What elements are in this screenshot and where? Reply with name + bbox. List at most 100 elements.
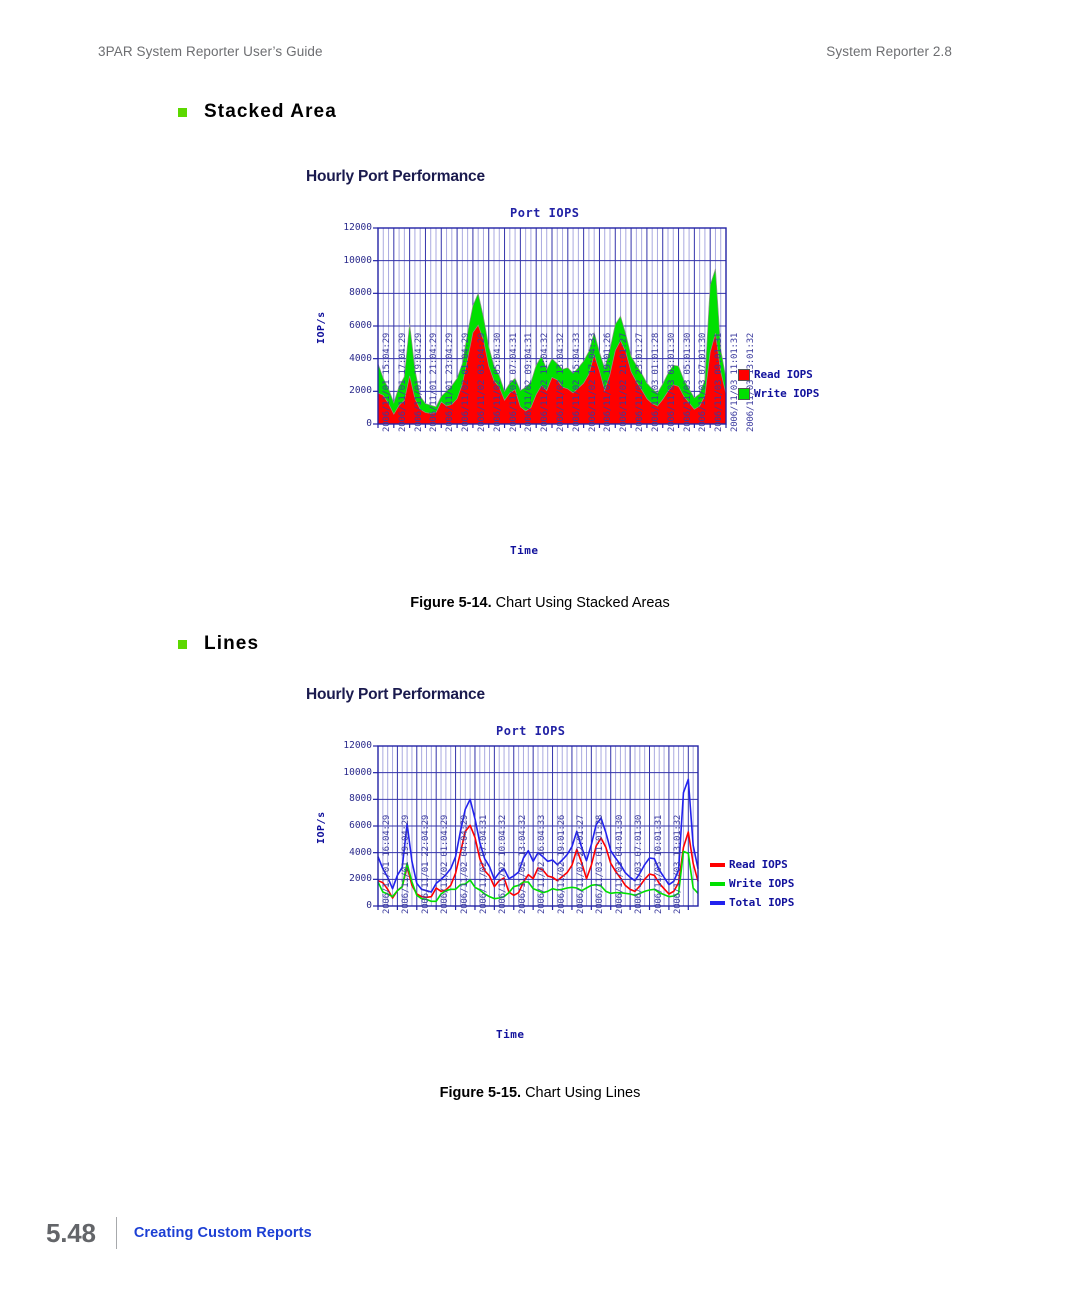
legend-color-swatch-icon — [738, 368, 750, 381]
x-axis-tick-label: 2006/11/02 07:04:31 — [478, 814, 489, 914]
x-axis-tick-label: 2006/11/01 17:04:29 — [397, 332, 408, 432]
figure-caption-5-15: Figure 5-15. Chart Using Lines — [0, 1085, 1080, 1101]
x-axis-tick-label: 2006/11/02 19:01:26 — [603, 332, 614, 432]
x-axis-label: Time — [496, 1028, 525, 1041]
chart-heading: Hourly Port Performance — [306, 686, 485, 703]
chart-stacked-area: Hourly Port Performance Port IOPS IOP/s 0 2… — [306, 168, 866, 578]
figure-caption-5-14: Figure 5-14. Chart Using Stacked Areas — [0, 595, 1080, 611]
x-axis-tick-label: 2006/11/02 07:04:31 — [508, 332, 519, 432]
figure-title: Chart Using Stacked Areas — [495, 595, 670, 611]
x-axis-tick-label: 2006/11/03 07:01:30 — [698, 332, 709, 432]
x-axis-tick-label: 2006/11/02 22:01:27 — [575, 814, 586, 914]
page-header: 3PAR System Reporter User’s Guide System… — [0, 44, 1080, 68]
x-axis-tick-label: 2006/11/02 23:01:27 — [635, 332, 646, 432]
y-axis-tick-label: 6000 — [349, 320, 372, 331]
plot-title: Port IOPS — [510, 206, 580, 220]
x-axis-tick-label: 2006/11/02 19:01:26 — [556, 814, 567, 914]
x-axis-tick-label: 2006/11/01 15:04:29 — [382, 332, 392, 432]
x-axis-tick-label: 2006/11/01 19:04:29 — [413, 332, 424, 432]
x-axis-tick-label: 2006/11/02 13:04:32 — [517, 814, 528, 914]
y-axis-tick-label: 0 — [366, 900, 372, 911]
x-axis-label: Time — [510, 544, 539, 557]
x-axis-tick-label: 2006/11/02 04:04:29 — [459, 814, 470, 914]
legend-item-label: Read IOPS — [754, 368, 813, 381]
chart-plot-area: Port IOPS IOP/s 0 2000 4000 6000 8000 10000 1200… — [306, 716, 866, 1076]
x-axis-tick-label: 2006/11/03 10:01:31 — [653, 814, 664, 914]
y-axis-tick-label: 4000 — [349, 352, 372, 364]
x-axis-tick-label: 2006/11/02 13:04:32 — [556, 332, 566, 432]
y-axis-tick-label: 4000 — [349, 846, 372, 858]
legend-item-label: Write IOPS — [754, 387, 820, 400]
x-axis-tick-label: 2006/11/02 16:04:33 — [537, 814, 548, 914]
x-axis-tick-label: 2006/11/03 13:01:32 — [672, 814, 683, 914]
y-axis-label: IOP/s — [316, 811, 327, 844]
x-axis-tick-label: 2006/11/03 03:01:30 — [666, 332, 677, 432]
x-axis-tick-label: 2006/11/02 09:04:31 — [524, 332, 535, 432]
chart-lines: Hourly Port Performance Port IOPS IOP/s 0 2… — [306, 686, 866, 1076]
x-axis-tick-label: 2006/11/03 09:01:31 — [714, 332, 725, 432]
legend-item: Read IOPS — [710, 858, 794, 871]
page-footer: 5.48 Creating Custom Reports — [46, 1216, 312, 1250]
x-axis-tick-label: 2006/11/02 10:04:32 — [498, 814, 509, 914]
legend-item: Write IOPS — [710, 877, 794, 890]
y-axis-tick-label: 12000 — [343, 222, 372, 233]
x-axis-tick-label: 2006/11/03 07:01:30 — [634, 814, 645, 914]
header-guide-title: 3PAR System Reporter User’s Guide — [98, 44, 323, 59]
chart-legend: Read IOPS Write IOPS Total IOPS — [710, 858, 794, 909]
y-axis-tick-label: 10000 — [343, 766, 372, 778]
section-heading-stacked-area: Stacked Area — [178, 101, 337, 123]
page-number: 5.48 — [46, 1217, 96, 1248]
chart-legend: Read IOPS Write IOPS — [738, 368, 819, 400]
legend-item-label: Write IOPS — [729, 877, 795, 890]
x-axis-tick-label: 2006/11/01 16:04:29 — [382, 814, 392, 914]
y-axis-tick-label: 10000 — [343, 254, 372, 266]
x-axis-tick-label: 2006/11/03 05:01:30 — [682, 332, 693, 432]
y-axis-tick-label: 2000 — [349, 385, 372, 397]
x-axis-tick-label: 2006/11/02 11:04:32 — [540, 332, 551, 432]
legend-item: Total IOPS — [710, 896, 794, 909]
section-heading-label: Lines — [204, 633, 260, 654]
legend-line-swatch-icon — [710, 900, 725, 905]
footer-chapter-title: Creating Custom Reports — [133, 1225, 312, 1241]
y-axis-tick-label: 8000 — [349, 793, 372, 805]
figure-title: Chart Using Lines — [525, 1085, 641, 1101]
x-axis-tick-label: 2006/11/02 05:04:30 — [492, 332, 503, 432]
x-axis-tick-label: 2006/11/01 19:04:29 — [401, 814, 412, 914]
section-heading-label: Stacked Area — [204, 101, 337, 122]
x-axis-tick-label: 2006/11/02 17:04:33 — [587, 332, 598, 432]
bullet-square-icon — [178, 639, 187, 649]
legend-line-swatch-icon — [710, 881, 725, 886]
x-axis-tick-label: 2006/11/02 03:04:29 — [476, 332, 487, 432]
legend-item: Write IOPS — [738, 387, 819, 400]
x-axis-tick-label: 2006/11/02 15:04:33 — [571, 332, 582, 432]
chart-plot-area: Port IOPS IOP/s 0 2000 4000 6000 8000 10000 1200… — [306, 198, 866, 578]
y-axis-tick-label: 12000 — [343, 740, 372, 751]
x-axis-tick-label: 2006/11/03 01:01:28 — [595, 814, 606, 914]
legend-item-label: Read IOPS — [729, 858, 788, 871]
x-axis-tick-label: 2006/11/01 21:04:29 — [429, 332, 440, 432]
footer-divider — [115, 1217, 117, 1249]
header-product-version: System Reporter 2.8 — [826, 44, 952, 59]
x-axis-tick-label: 2006/11/03 04:01:30 — [614, 814, 625, 914]
x-axis-tick-label: 2006/11/02 01:04:29 — [461, 332, 472, 432]
chart-heading: Hourly Port Performance — [306, 168, 485, 185]
y-axis-tick-label: 0 — [366, 418, 372, 429]
figure-number: Figure 5-15. — [439, 1085, 522, 1101]
y-axis-tick-label: 8000 — [349, 287, 372, 299]
legend-item-label: Total IOPS — [729, 896, 795, 909]
y-axis-tick-label: 2000 — [349, 873, 372, 885]
legend-item: Read IOPS — [738, 368, 819, 381]
x-axis-tick-label: 2006/11/03 01:01:28 — [650, 332, 661, 432]
plot-title: Port IOPS — [496, 724, 566, 738]
legend-color-swatch-icon — [738, 387, 750, 400]
x-axis-tick-label: 2006/11/01 23:04:29 — [445, 332, 456, 432]
figure-number: Figure 5-14. — [410, 595, 492, 611]
x-axis-tick-label: 2006/11/01 22:04:29 — [420, 814, 431, 914]
section-heading-lines: Lines — [178, 633, 259, 655]
x-axis-tick-label: 2006/11/02 01:04:29 — [440, 814, 451, 914]
x-axis-tick-label: 2006/11/02 21:01:27 — [619, 332, 630, 432]
legend-line-swatch-icon — [710, 862, 725, 867]
bullet-square-icon — [178, 107, 187, 117]
y-axis-tick-label: 6000 — [349, 820, 372, 831]
y-axis-label: IOP/s — [316, 311, 327, 344]
